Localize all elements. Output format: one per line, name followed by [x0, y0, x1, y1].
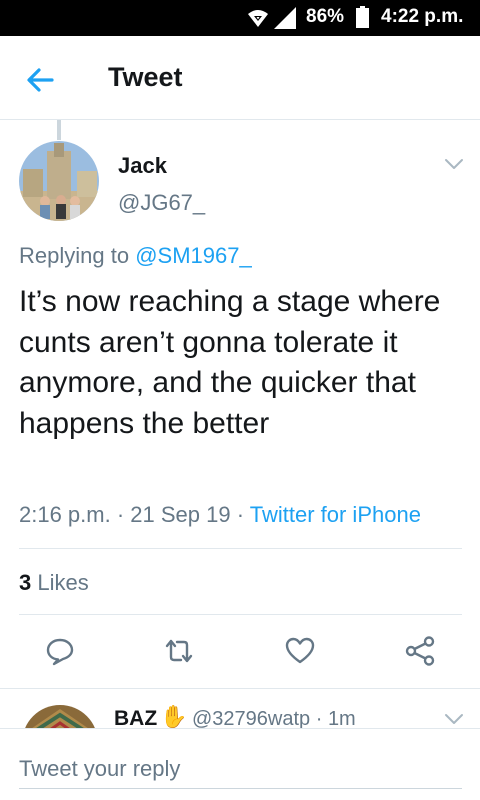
page-title: Tweet [108, 62, 183, 92]
tweet-meta: 2:16 p.m. · 21 Sep 19 · Twitter for iPho… [19, 502, 421, 527]
author-avatar[interactable] [19, 141, 99, 221]
reply-input[interactable] [19, 749, 462, 789]
tweet-source[interactable]: Twitter for iPhone [250, 502, 421, 527]
likes-count[interactable]: 3 Likes [19, 570, 89, 596]
like-icon[interactable] [284, 635, 316, 667]
likes-label: Likes [37, 570, 89, 595]
reply-icon[interactable] [44, 635, 76, 667]
raised-hand-emoji: ✋ [160, 704, 188, 729]
arrow-left-icon[interactable] [24, 64, 56, 96]
author-handle[interactable]: @JG67_ [118, 190, 205, 216]
battery-percent: 86% [306, 6, 345, 27]
status-time: 4:22 p.m. [381, 6, 464, 27]
replying-prefix: Replying to [19, 243, 130, 268]
status-bar: 86% 4:22 p.m. [0, 0, 480, 36]
likes-number: 3 [19, 570, 32, 595]
divider [0, 688, 480, 689]
share-icon[interactable] [404, 635, 436, 667]
tweet-date: 21 Sep 19 [130, 502, 231, 527]
battery-icon [356, 6, 369, 28]
divider [19, 548, 462, 549]
wifi-signal-icon [248, 10, 268, 27]
divider [19, 614, 462, 615]
reply-bar [0, 728, 480, 800]
replying-to: Replying to @SM1967_ [19, 243, 252, 269]
cell-signal-icon [274, 7, 296, 29]
chevron-down-icon[interactable] [443, 157, 465, 171]
author-name[interactable]: Jack [118, 153, 167, 179]
retweet-icon[interactable] [163, 635, 195, 667]
chevron-down-icon[interactable] [443, 712, 465, 726]
tweet-text: It’s now reaching a stage where cunts ar… [19, 285, 441, 440]
app-bar: Tweet [0, 36, 480, 120]
thread-connector [57, 120, 61, 140]
tweet-time: 2:16 p.m. [19, 502, 111, 527]
replying-mention[interactable]: @SM1967_ [135, 243, 252, 268]
